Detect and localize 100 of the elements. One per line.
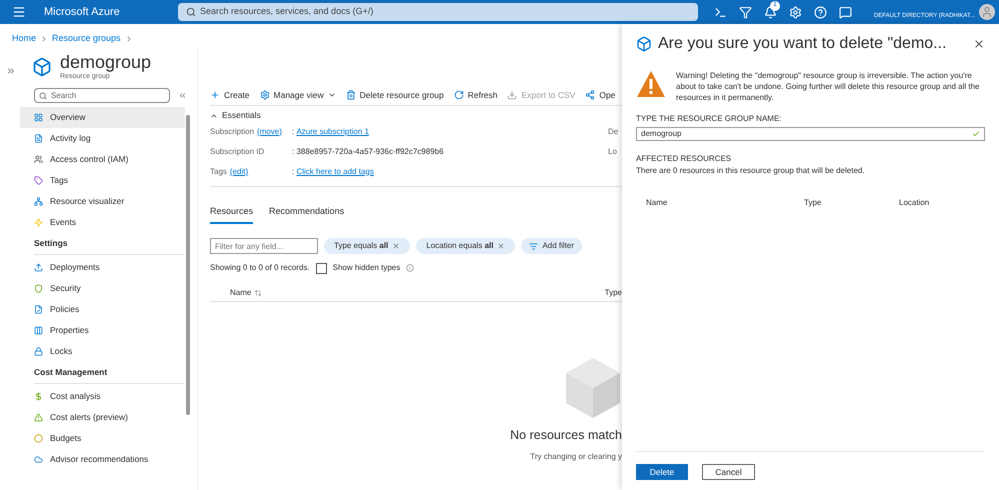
filter-icon[interactable] [739,6,752,18]
sidebar-item[interactable]: Policies [20,298,185,320]
people-icon [34,155,43,164]
cloud-icon [34,454,43,464]
sidebar-item[interactable]: Cost alerts (preview) [20,406,185,428]
column-header[interactable]: Name [230,286,252,298]
dialog-title: Are you sure you want to delete "demo... [658,34,947,54]
delete-button[interactable]: Delete [636,464,688,480]
shield-icon [34,284,43,293]
tab[interactable]: Resources [210,204,254,224]
brand-name[interactable]: Microsoft Azure [44,4,164,20]
edit-link[interactable]: (move) [257,126,282,138]
filter-chip[interactable]: Location equals all [416,238,516,254]
sidebar-item[interactable]: Locks [20,340,185,362]
field-label: De [608,126,620,138]
download-icon [507,90,518,100]
tag-icon [34,176,43,185]
sidebar-item[interactable]: Activity log [20,128,185,149]
sidebar-item[interactable]: Events [20,212,185,233]
empty-title: No resources match [510,427,622,444]
toolbar-button[interactable]: Create [210,88,250,102]
refresh-icon [454,90,464,100]
field-label: Tags [210,166,227,178]
field-label: TYPE THE RESOURCE GROUP NAME: [636,113,783,125]
field-label: Subscription [210,126,254,138]
sidebar-item[interactable]: Security [20,278,185,299]
bell-icon[interactable] [764,6,777,18]
sidebar-item[interactable]: Resource visualizer [20,191,185,212]
affected-text: There are 0 resources in this resource group that will be deleted. [636,165,866,177]
value-link[interactable]: Click here to add tags [296,166,374,178]
search-field[interactable]: Search resources, services, and docs (G+/) [178,3,698,21]
tab[interactable]: Recommendations [269,204,344,224]
plus-icon [210,90,220,100]
warning-icon [636,70,666,98]
sidebar-item[interactable]: Advisor recommendations [20,448,185,470]
resource-title: demogroup [60,52,152,72]
filter-field[interactable]: Filter for any field... [210,238,318,254]
section-heading: Settings [34,237,184,255]
close-icon[interactable] [973,38,985,50]
toolbar-button[interactable]: Manage view [260,88,336,102]
sidebar-item[interactable]: Deployments [20,256,185,278]
breadcrumb-link[interactable]: Resource groups [52,32,121,46]
caret-icon [328,91,336,99]
field-label: Lo [608,146,618,158]
expand-icon[interactable] [6,66,16,76]
collapse-icon[interactable] [178,91,187,100]
cube-icon [566,358,620,418]
checkbox-label: Show hidden types [332,262,400,274]
essentials-toggle[interactable]: Essentials [210,110,622,122]
checkbox[interactable] [316,262,327,274]
avatar[interactable] [979,4,995,20]
bars-icon [34,326,43,335]
search-field[interactable]: Search [34,88,170,103]
sidebar-item[interactable]: Access control (IAM) [20,149,185,170]
search-icon [39,92,47,100]
column-header: Location [899,197,930,209]
column-header: Type [804,197,822,209]
toolbar-button[interactable]: Ope [585,88,616,102]
section-heading: AFFECTED RESOURCES [636,153,732,165]
warning-text: Warning! Deleting the "demogroup" resource group is irreversible. The action you're about to take can't be undone. Going further will delete this resource group and all the resources in it permanently. [676,70,980,103]
sidebar-item[interactable]: Cost analysis [20,386,185,406]
sidebar-item[interactable]: Budgets [20,428,185,448]
breadcrumb-link[interactable]: Home [12,32,36,46]
sort-icon[interactable] [254,288,262,296]
cancel-button[interactable]: Cancel [702,464,755,480]
feedback-icon[interactable] [839,6,852,18]
column-header[interactable]: Type [604,286,622,298]
lightning-icon [34,218,43,227]
toolbar-button[interactable]: Refresh [454,88,498,102]
field-value: : [292,126,296,138]
add-filter-button[interactable]: Add filter [521,238,582,254]
alert-icon [34,412,43,422]
section-heading: Cost Management [34,366,184,384]
sidebar-item[interactable]: Tags [20,170,185,191]
info-icon [406,264,414,272]
name-field[interactable]: demogroup [636,127,985,141]
field-value: : 388e8957-720a-4a57-936c-ff92c7c989b6 [292,146,444,158]
close-icon[interactable] [497,242,506,250]
value-link[interactable]: Azure subscription 1 [296,126,369,138]
toolbar-button[interactable]: Delete resource group [346,88,444,102]
menu-icon[interactable] [12,5,26,19]
settings-icon[interactable] [789,6,802,18]
gear-icon [260,90,270,100]
grid-icon [34,113,43,122]
help-icon[interactable] [814,6,827,18]
filter-chip[interactable]: Type equals all [324,238,410,254]
filter-icon [529,242,538,250]
document-icon [34,134,43,143]
sidebar-item[interactable]: Properties [20,320,185,341]
records-count: Showing 0 to 0 of 0 records. [210,262,310,274]
close-icon[interactable] [392,242,400,250]
sidebar-item[interactable]: Overview [20,107,185,128]
upload-icon [34,262,43,272]
terminal-icon[interactable] [714,6,727,18]
edit-link[interactable]: (edit) [230,166,248,178]
coin-icon [34,434,43,442]
resource-group-icon [636,36,652,52]
column-header: Name [646,197,668,209]
nodes-icon [585,90,596,100]
trash-icon [346,90,356,100]
